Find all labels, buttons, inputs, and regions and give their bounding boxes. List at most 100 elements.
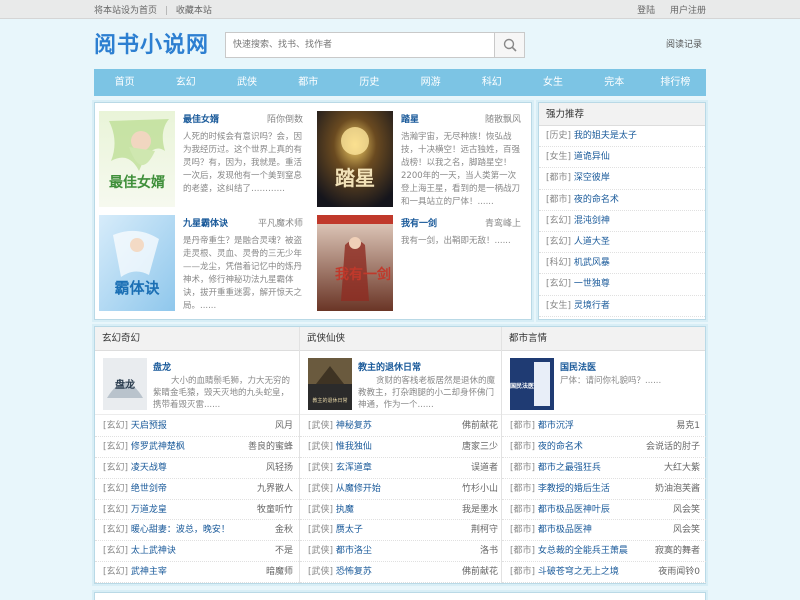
book-author[interactable]: 易克1 — [676, 416, 700, 437]
category-label[interactable]: [女生] — [546, 301, 571, 311]
book-title[interactable]: 凌天战尊 — [131, 463, 167, 473]
book-author[interactable]: 寂寞的舞者 — [655, 541, 700, 562]
book-title[interactable]: 执魔 — [336, 505, 354, 515]
book-author[interactable]: 不是 — [275, 541, 293, 562]
book-cover[interactable]: 最佳女婿 — [99, 111, 175, 207]
book-title[interactable]: 灵境行者 — [574, 301, 610, 311]
list-item[interactable]: [玄幻] 太上武神诀 不是 — [95, 541, 299, 563]
bookmark-link[interactable]: 收藏本站 — [176, 6, 212, 16]
book-author[interactable]: 唐家三少 — [462, 437, 498, 458]
list-item[interactable]: [武侠] 都市洛尘 洛书 — [300, 541, 504, 563]
category-label[interactable]: [武侠] — [308, 505, 333, 515]
list-item[interactable]: [玄幻] 一世独尊 — [539, 274, 705, 296]
category-label[interactable]: [武侠] — [308, 463, 333, 473]
category-label[interactable]: [都市] — [510, 421, 535, 431]
book-title[interactable]: 赝太子 — [336, 525, 363, 535]
book-title[interactable]: 最佳女婿 — [183, 112, 219, 125]
category-label[interactable]: [科幻] — [546, 258, 571, 268]
book-cover[interactable]: 国民法医 — [510, 358, 554, 410]
book-title[interactable]: 天启预报 — [131, 421, 167, 431]
book-title[interactable]: 玄浑道章 — [336, 463, 372, 473]
book-title[interactable]: 夜的命名术 — [538, 442, 583, 452]
nav-item-wuxia[interactable]: 武侠 — [216, 69, 277, 96]
category-label[interactable]: [玄幻] — [103, 442, 128, 452]
book-title[interactable]: 惟我独仙 — [336, 442, 372, 452]
category-label[interactable]: [武侠] — [308, 546, 333, 556]
book-cover[interactable]: 盘龙 — [103, 358, 147, 410]
book-title[interactable]: 从魔修开始 — [336, 484, 381, 494]
book-author[interactable]: 会说话的肘子 — [646, 437, 700, 458]
category-label[interactable]: [历史] — [546, 131, 571, 141]
book-title[interactable]: 女总裁的全能兵王萧晨 — [538, 546, 628, 556]
book-author[interactable]: 风会笑 — [673, 520, 700, 541]
nav-item-ranking[interactable]: 排行榜 — [645, 69, 706, 96]
nav-item-scifi[interactable]: 科幻 — [461, 69, 522, 96]
category-label[interactable]: [都市] — [510, 567, 535, 577]
book-title[interactable]: 都市极品医神 — [538, 525, 592, 535]
book-title[interactable]: 太上武神诀 — [131, 546, 176, 556]
book-title[interactable]: 夜的命名术 — [574, 195, 619, 205]
book-title[interactable]: 都市沉浮 — [538, 421, 574, 431]
book-title[interactable]: 绝世剑帝 — [131, 484, 167, 494]
search-input[interactable] — [226, 33, 494, 57]
list-item[interactable]: [武侠] 神秘复苏 佛前献花 — [300, 416, 504, 437]
category-label[interactable]: [武侠] — [308, 421, 333, 431]
book-title[interactable]: 踏星 — [401, 112, 419, 125]
category-label[interactable]: [玄幻] — [103, 525, 128, 535]
category-label[interactable]: [都市] — [510, 505, 535, 515]
list-item[interactable]: [科幻] 机武风暴 — [539, 253, 705, 275]
book-title[interactable]: 国民法医 — [560, 360, 596, 373]
list-item[interactable]: [武侠] 从魔修开始 竹杉小山 — [300, 479, 504, 500]
category-label[interactable]: [都市] — [510, 463, 535, 473]
nav-item-home[interactable]: 首页 — [94, 69, 155, 96]
reading-history-link[interactable]: 阅读记录 — [666, 37, 702, 50]
book-title[interactable]: 我的姐夫是太子 — [574, 131, 637, 141]
book-title[interactable]: 混沌剑神 — [574, 216, 610, 226]
category-label[interactable]: [都市] — [510, 442, 535, 452]
book-title[interactable]: 暖心甜妻：波总，晚安！ — [131, 525, 230, 535]
list-item[interactable]: [玄幻] 绝世剑帝 九界散人 — [95, 479, 299, 500]
book-author[interactable]: 善良的蜜蜂 — [248, 437, 293, 458]
book-author[interactable]: 牧童听竹 — [257, 500, 293, 521]
category-label[interactable]: [女生] — [546, 152, 571, 162]
nav-item-female[interactable]: 女生 — [522, 69, 583, 96]
book-title[interactable]: 都市之最强狂兵 — [538, 463, 601, 473]
list-item[interactable]: [都市] 夜的命名术 会说话的肘子 — [502, 437, 706, 458]
category-label[interactable]: [都市] — [546, 195, 571, 205]
list-item[interactable]: [都市] 斗破苍穹之无上之境 夜雨闻铃0 — [502, 562, 706, 584]
book-author[interactable]: 误道者 — [471, 458, 498, 479]
book-title[interactable]: 修罗武神楚枫 — [131, 442, 185, 452]
list-item[interactable]: [都市] 都市极品医神叶辰 风会笑 — [502, 500, 706, 521]
list-item[interactable]: [玄幻] 人道大圣 — [539, 232, 705, 254]
category-label[interactable]: [武侠] — [308, 567, 333, 577]
nav-item-urban[interactable]: 都市 — [278, 69, 339, 96]
book-title[interactable]: 盘龙 — [153, 360, 171, 373]
category-label[interactable]: [都市] — [546, 173, 571, 183]
list-item[interactable]: [玄幻] 天启预报 风月 — [95, 416, 299, 437]
book-title[interactable]: 一世独尊 — [574, 279, 610, 289]
list-item[interactable]: [都市] 夜的命名术 — [539, 190, 705, 211]
book-cover[interactable]: 我有一剑 — [317, 215, 393, 311]
list-item[interactable]: [玄幻] 万道龙皇 牧童听竹 — [95, 500, 299, 521]
book-title[interactable]: 教主的退休日常 — [358, 360, 421, 373]
set-home-link[interactable]: 将本站设为首页 — [94, 6, 157, 16]
search-button[interactable] — [494, 33, 524, 57]
list-item[interactable]: [都市] 女总裁的全能兵王萧晨 寂寞的舞者 — [502, 541, 706, 563]
category-label[interactable]: [玄幻] — [546, 237, 571, 247]
category-label[interactable]: [玄幻] — [103, 546, 128, 556]
login-link[interactable]: 登陆 — [637, 6, 655, 16]
book-author[interactable]: 洛书 — [480, 541, 498, 562]
book-author[interactable]: 我是墨水 — [462, 500, 498, 521]
category-label[interactable]: [武侠] — [308, 442, 333, 452]
book-title[interactable]: 都市洛尘 — [336, 546, 372, 556]
list-item[interactable]: [女生] 道诡异仙 — [539, 147, 705, 169]
list-item[interactable]: [武侠] 恐怖复苏 佛前献花 — [300, 562, 504, 584]
nav-item-online-game[interactable]: 网游 — [400, 69, 461, 96]
book-author[interactable]: 九界散人 — [257, 479, 293, 500]
book-author[interactable]: 金秋 — [275, 520, 293, 541]
category-label[interactable]: [玄幻] — [103, 505, 128, 515]
book-title[interactable]: 都市极品医神叶辰 — [538, 505, 610, 515]
list-item[interactable]: [玄幻] 修罗武神楚枫 善良的蜜蜂 — [95, 437, 299, 458]
list-item[interactable]: [都市] 李教授的婚后生活 奶油泡芙酱 — [502, 479, 706, 500]
list-item[interactable]: [玄幻] 混沌剑神 — [539, 211, 705, 232]
